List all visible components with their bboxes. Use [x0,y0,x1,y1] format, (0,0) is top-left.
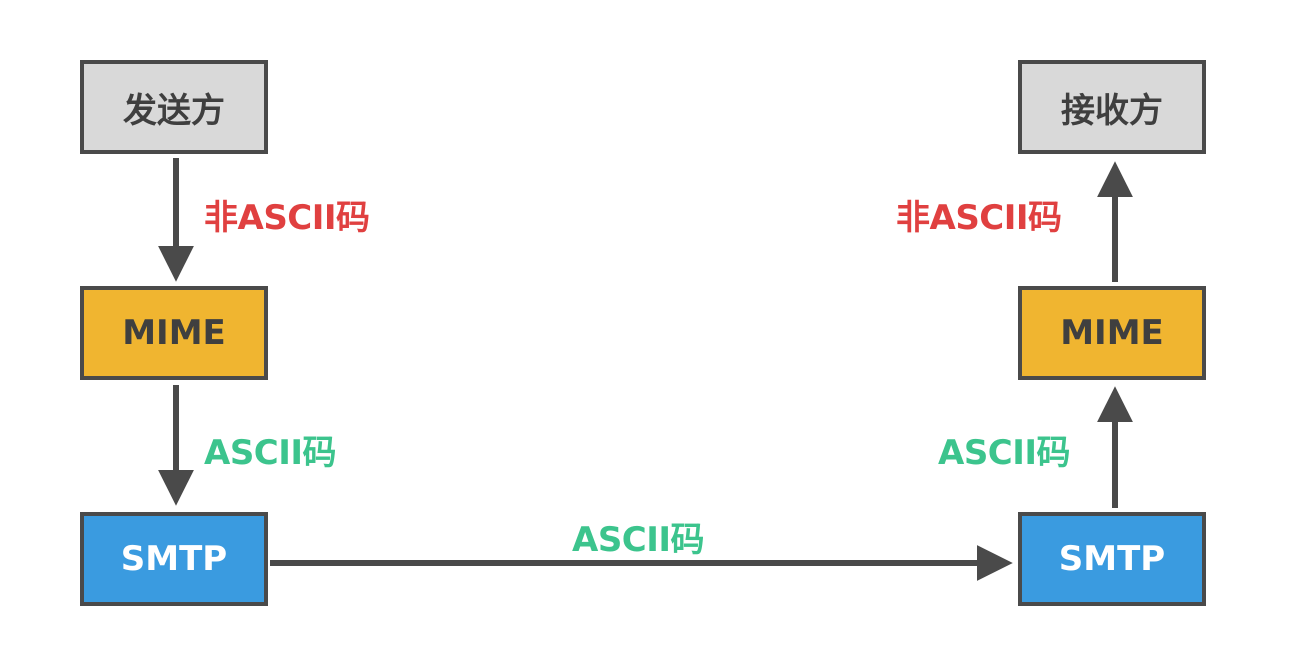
sender-mime-label: MIME [122,313,226,353]
receiver-smtp-box: SMTP [1018,512,1206,606]
receiver-smtp-label: SMTP [1058,539,1166,579]
sender-box: 发送方 [80,60,268,154]
receiver-box: 接收方 [1018,60,1206,154]
receiver-title: 接收方 [1061,90,1163,131]
sender-title: 发送方 [123,90,225,131]
sender-non-ascii-label: 非ASCII码 [204,198,371,239]
receiver-mime-box: MIME [1018,286,1206,380]
sender-mime-box: MIME [80,286,268,380]
receiver-non-ascii-label: 非ASCII码 [896,198,1063,239]
transfer-ascii-label: ASCII码 [571,520,705,561]
receiver-ascii-label: ASCII码 [937,433,1071,474]
sender-ascii-label: ASCII码 [203,433,337,474]
sender-smtp-box: SMTP [80,512,268,606]
receiver-mime-label: MIME [1060,313,1164,353]
sender-smtp-label: SMTP [120,539,228,579]
